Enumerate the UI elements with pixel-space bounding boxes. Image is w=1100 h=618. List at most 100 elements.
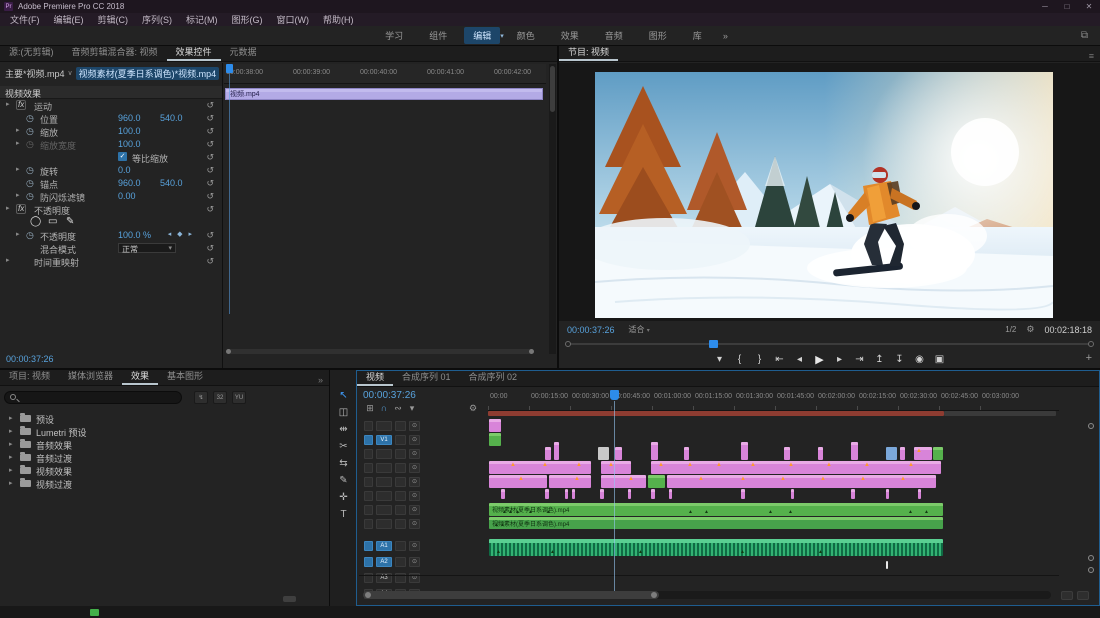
- param-value[interactable]: 540.0: [160, 113, 183, 123]
- track-lock-button[interactable]: [395, 449, 406, 459]
- track-lock-button[interactable]: [395, 557, 406, 567]
- type-tool[interactable]: T: [330, 507, 357, 523]
- twirl-icon[interactable]: ▸: [9, 427, 13, 435]
- timeline-clip[interactable]: [489, 433, 501, 446]
- stopwatch-icon[interactable]: ◷: [26, 230, 34, 241]
- sequence-tab[interactable]: 合成序列 02: [460, 368, 527, 386]
- video-track-header[interactable]: ⊙: [359, 475, 488, 488]
- timeline-clip[interactable]: [684, 447, 689, 460]
- mute-button[interactable]: ⊙: [409, 573, 420, 583]
- timeline-clip[interactable]: [600, 489, 604, 499]
- timeline-clip[interactable]: [791, 489, 794, 499]
- source-patch[interactable]: [364, 491, 373, 501]
- pen-tool[interactable]: ✎: [330, 473, 357, 489]
- folder-row[interactable]: ▸音频过渡: [0, 451, 329, 464]
- param-value[interactable]: 960.0: [118, 178, 141, 188]
- video-track-header[interactable]: ⊙: [359, 419, 488, 432]
- source-patch[interactable]: [364, 449, 373, 459]
- stopwatch-icon[interactable]: ◷: [26, 113, 34, 124]
- panel-overflow-icon[interactable]: »: [318, 375, 329, 385]
- sequence-tab[interactable]: 视频: [357, 368, 393, 386]
- panel-tab[interactable]: 音频剪辑混合器: 视频: [63, 43, 167, 61]
- menu-item[interactable]: 窗口(W): [270, 13, 317, 26]
- effect-controls-scrollbar[interactable]: [549, 64, 556, 354]
- chevron-down-icon[interactable]: ▾: [500, 32, 504, 40]
- track-target-button[interactable]: [376, 477, 392, 487]
- menu-item[interactable]: 文件(F): [3, 13, 47, 26]
- mini-timeline-clip-bar[interactable]: 视频.mp4: [225, 88, 543, 100]
- effects-search-input[interactable]: [4, 391, 182, 404]
- reset-icon[interactable]: ↺: [206, 139, 214, 150]
- program-timecode[interactable]: 00:00:37:26: [567, 325, 615, 335]
- video-track-header[interactable]: ⊙: [359, 447, 488, 460]
- workspace-corner-icon[interactable]: ⧉: [1081, 30, 1088, 41]
- timeline-clip[interactable]: [741, 489, 745, 499]
- maximize-button[interactable]: □: [1056, 2, 1078, 11]
- mini-timeline-ruler[interactable]: 00:00:38:0000:00:39:0000:00:40:0000:00:4…: [224, 64, 546, 84]
- source-patch[interactable]: [364, 505, 373, 515]
- stopwatch-icon[interactable]: ◷: [26, 165, 34, 176]
- close-button[interactable]: ✕: [1078, 2, 1100, 11]
- folder-row[interactable]: ▸Lumetri 预设: [0, 425, 329, 438]
- timeline-clip[interactable]: [648, 475, 665, 488]
- workspace-tab[interactable]: 图形: [640, 27, 676, 44]
- master-clip-label[interactable]: 主要*视频.mp4: [5, 67, 65, 80]
- yuv-effects-filter[interactable]: YU: [232, 391, 246, 404]
- video-track-header[interactable]: ⊙: [359, 461, 488, 474]
- effect-row[interactable]: ▸fx不透明度↺: [0, 203, 222, 216]
- play-button[interactable]: ▶: [810, 353, 830, 366]
- folder-row[interactable]: ▸视频过渡: [0, 477, 329, 490]
- menu-item[interactable]: 序列(S): [135, 13, 179, 26]
- nest-insert-toggle[interactable]: ⊞: [363, 403, 377, 414]
- accelerated-effects-filter[interactable]: ↯: [194, 391, 208, 404]
- timeline-timecode[interactable]: 00:00:37:26: [363, 390, 416, 401]
- workspace-tab[interactable]: 组件: [420, 27, 456, 44]
- source-patch[interactable]: [364, 463, 373, 473]
- workspace-tab[interactable]: 音频: [596, 27, 632, 44]
- twirl-icon[interactable]: ▸: [6, 100, 10, 108]
- twirl-icon[interactable]: ▸: [6, 204, 10, 212]
- track-target-button[interactable]: V1: [376, 435, 392, 445]
- razor-tool[interactable]: ✂: [330, 439, 357, 455]
- timeline-clip[interactable]: [545, 489, 549, 499]
- reset-icon[interactable]: ↺: [206, 204, 214, 215]
- sequence-clip-label[interactable]: 视频素材(夏季日系调色)*视频.mp4: [76, 67, 220, 80]
- settings-wrench-icon[interactable]: ⚙: [1026, 324, 1034, 335]
- effect-row[interactable]: ▸◷防闪烁滤镜0.00↺: [0, 190, 222, 203]
- source-patch[interactable]: [364, 557, 373, 567]
- menu-item[interactable]: 标记(M): [179, 13, 225, 26]
- slip-tool[interactable]: ⇆: [330, 456, 357, 472]
- stopwatch-icon[interactable]: ◷: [26, 126, 34, 137]
- panel-tab[interactable]: 元数据: [221, 43, 266, 61]
- param-value[interactable]: 100.0: [118, 126, 141, 136]
- mini-timeline-playhead[interactable]: [226, 64, 233, 73]
- track-select-tool[interactable]: ◫: [330, 405, 357, 421]
- timeline-clip[interactable]: [851, 442, 858, 460]
- twirl-icon[interactable]: ▸: [9, 466, 13, 474]
- track-lock-button[interactable]: [395, 435, 406, 445]
- workspace-tab[interactable]: 学习: [376, 27, 412, 44]
- timeline-clip[interactable]: [628, 489, 631, 499]
- reset-icon[interactable]: ↺: [206, 178, 214, 189]
- timeline-clip[interactable]: [669, 489, 672, 499]
- twirl-icon[interactable]: ▸: [9, 453, 13, 461]
- track-output-toggle[interactable]: ⊙: [409, 463, 420, 473]
- folder-row[interactable]: ▸视频效果: [0, 464, 329, 477]
- effect-row[interactable]: ◷位置960.0540.0↺: [0, 112, 222, 125]
- timeline-clip[interactable]: [886, 561, 888, 569]
- track-target-button[interactable]: [376, 519, 392, 529]
- timeline-clip[interactable]: [900, 447, 905, 460]
- audio-track-header[interactable]: A3⊙: [359, 571, 488, 584]
- source-patch[interactable]: [364, 541, 373, 551]
- effect-row[interactable]: ▸fx运动↺: [0, 99, 222, 112]
- twirl-icon[interactable]: ▸: [9, 414, 13, 422]
- selection-tool[interactable]: ↖: [330, 388, 357, 404]
- timeline-clip[interactable]: [601, 461, 631, 474]
- workspace-tab[interactable]: 编辑: [464, 27, 500, 44]
- timeline-clip[interactable]: [489, 539, 943, 556]
- video-track-header[interactable]: V1⊙: [359, 433, 488, 446]
- panel-tab[interactable]: 效果控件: [167, 43, 221, 61]
- mark-in-button[interactable]: {: [730, 354, 750, 365]
- timeline-clip[interactable]: 视频素材(夏季日系调色).mp4: [489, 503, 943, 516]
- timeline-clip[interactable]: [667, 475, 936, 488]
